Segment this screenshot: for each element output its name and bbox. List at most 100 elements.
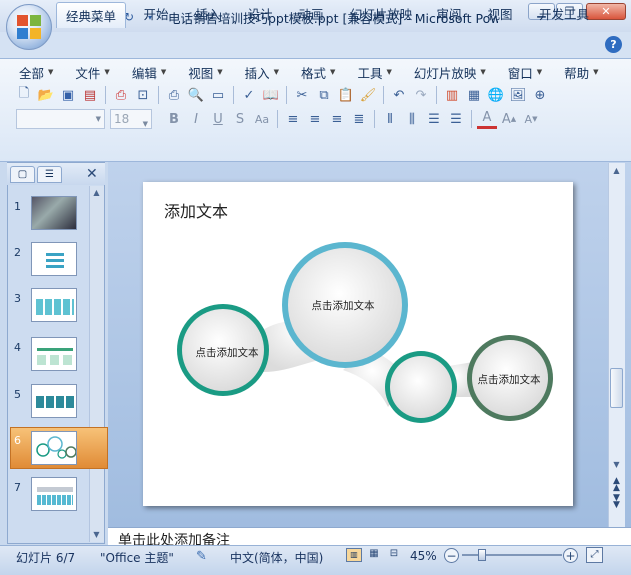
paste-icon[interactable]: 📋 bbox=[336, 85, 356, 105]
menu-tools[interactable]: 工具 ▼ bbox=[344, 62, 400, 82]
zoom-icon[interactable]: ⊕ bbox=[530, 85, 550, 105]
menu-insert[interactable]: 插入 ▼ bbox=[232, 62, 288, 82]
undo-icon[interactable]: ↶ bbox=[389, 85, 409, 105]
notes-area[interactable]: 单击此处添加备注 bbox=[108, 527, 631, 546]
zoom-in-icon[interactable]: + bbox=[563, 548, 578, 563]
tab-developer[interactable]: 开发工具 bbox=[532, 0, 596, 26]
print-preview-icon[interactable]: 🔍 bbox=[186, 85, 206, 105]
standard-toolbar: 🗋 📂 ▣ ▤ ⎙ ⊡ ⎙ 🔍 ▭ ✓ 📖 ✂ ⧉ 📋 🖌 ↶ ↷ ▥ ▦ 🌐 … bbox=[14, 84, 550, 106]
chart-icon[interactable]: ▥ bbox=[442, 85, 462, 105]
slide-thumbnail[interactable] bbox=[31, 384, 77, 418]
bold-icon[interactable]: B bbox=[164, 109, 184, 129]
underline-icon[interactable]: U bbox=[208, 109, 228, 129]
scroll-down-icon[interactable]: ▼ bbox=[610, 460, 623, 472]
scroll-up-icon[interactable]: ▲ bbox=[610, 166, 623, 178]
menu-view[interactable]: 视图 ▼ bbox=[175, 62, 231, 82]
fit-to-window-icon[interactable]: ⤢ bbox=[586, 547, 603, 563]
open-folder-icon[interactable]: 📂 bbox=[36, 85, 56, 105]
outline-view-icon: ☰ bbox=[45, 169, 54, 180]
shrink-font-icon[interactable]: A ▼ bbox=[521, 109, 541, 129]
tab-review[interactable]: 审阅 bbox=[429, 0, 469, 26]
close-pane-icon[interactable]: ✕ bbox=[86, 166, 98, 182]
change-case-icon[interactable]: Aa bbox=[252, 109, 272, 129]
menu-format[interactable]: 格式 ▼ bbox=[288, 62, 344, 82]
office-button[interactable] bbox=[6, 4, 52, 50]
cut-icon[interactable]: ✂ bbox=[292, 85, 312, 105]
print-icon[interactable]: ⎙ bbox=[164, 85, 184, 105]
menu-slideshow[interactable]: 幻灯片放映 ▼ bbox=[401, 62, 495, 82]
italic-icon[interactable]: I bbox=[186, 109, 206, 129]
font-name-select[interactable]: ▼ bbox=[16, 109, 105, 129]
normal-view-icon[interactable]: ▥ bbox=[346, 548, 362, 562]
zoom-out-icon[interactable]: − bbox=[444, 548, 459, 563]
slides-tab[interactable]: ▢ bbox=[10, 166, 35, 183]
table-icon[interactable]: ▦ bbox=[464, 85, 484, 105]
text-direction-icon[interactable]: ⫼ bbox=[402, 109, 422, 129]
scroll-up-icon[interactable]: ▲ bbox=[91, 188, 102, 198]
tab-insert[interactable]: 插入 bbox=[188, 0, 228, 26]
spellcheck-icon[interactable]: ✎ bbox=[196, 549, 207, 564]
tab-animation[interactable]: 动画 bbox=[291, 0, 331, 26]
pane-scrollbar[interactable] bbox=[89, 186, 104, 542]
attach-icon[interactable]: ⊡ bbox=[133, 85, 153, 105]
zoom-slider-thumb[interactable] bbox=[478, 549, 486, 561]
hyperlink-icon[interactable]: 🌐 bbox=[486, 85, 506, 105]
tab-slideshow[interactable]: 幻灯片放映 bbox=[344, 0, 418, 26]
font-size-select[interactable]: 18 ▼ bbox=[110, 109, 152, 129]
slide-thumbnail[interactable] bbox=[31, 288, 77, 322]
spelling-icon[interactable]: ✓ bbox=[239, 85, 259, 105]
bullets-icon[interactable]: ☰ bbox=[446, 109, 466, 129]
font-color-icon[interactable]: A bbox=[477, 110, 497, 129]
language-indicator[interactable]: 中文(简体，中国) bbox=[230, 549, 323, 566]
menu-all[interactable]: 全部 ▼ bbox=[6, 62, 62, 82]
slideshow-view-icon[interactable]: ⊟ bbox=[386, 548, 402, 562]
format-painter-icon[interactable]: 🖌 bbox=[358, 85, 378, 105]
scroll-thumb[interactable] bbox=[610, 368, 623, 408]
menu-help[interactable]: 帮助 ▼ bbox=[551, 62, 607, 82]
scroll-down-icon[interactable]: ▼ bbox=[91, 530, 102, 540]
redo-icon[interactable]: ↷ bbox=[411, 85, 431, 105]
pdf-export-icon[interactable]: ⎙ bbox=[111, 85, 131, 105]
circle-text-3[interactable]: 点击添加文本 bbox=[464, 372, 554, 387]
previous-slide-icon[interactable]: ▲ ▲ bbox=[610, 477, 623, 493]
tab-design[interactable]: 设计 bbox=[240, 0, 280, 26]
research-icon[interactable]: 📖 bbox=[261, 85, 281, 105]
shadow-icon[interactable]: S bbox=[230, 109, 250, 129]
page-setup-icon[interactable]: ▭ bbox=[208, 85, 228, 105]
outline-tab[interactable]: ☰ bbox=[37, 166, 62, 183]
slide-thumbnail[interactable] bbox=[31, 196, 77, 230]
menu-file[interactable]: 文件 ▼ bbox=[62, 62, 118, 82]
justify-icon[interactable]: ≣ bbox=[349, 109, 369, 129]
separator bbox=[374, 110, 375, 128]
chevron-down-icon: ▼ bbox=[95, 115, 101, 123]
slide-thumbnail[interactable] bbox=[31, 242, 77, 276]
slide-thumbnail-selected[interactable] bbox=[31, 431, 77, 465]
slide-sorter-icon[interactable]: ▦ bbox=[366, 548, 382, 562]
grow-font-icon[interactable]: A ▲ bbox=[499, 109, 519, 129]
classic-menubar: 全部 ▼ 文件 ▼ 编辑 ▼ 视图 ▼ 插入 ▼ 格式 ▼ 工具 ▼ 幻灯片放映 ▼ 窗口 ▼ 帮… bbox=[6, 62, 608, 82]
new-document-icon[interactable]: 🗋 bbox=[14, 85, 34, 105]
picture-icon[interactable]: 🖼 bbox=[508, 85, 528, 105]
copy-icon[interactable]: ⧉ bbox=[314, 85, 334, 105]
next-slide-icon[interactable]: ▼ ▼ bbox=[610, 494, 623, 510]
save-icon[interactable]: ▣ bbox=[58, 85, 78, 105]
help-icon[interactable]: ? bbox=[605, 36, 622, 53]
zoom-slider-track[interactable] bbox=[462, 554, 562, 556]
circle-text-2[interactable]: 点击添加文本 bbox=[298, 298, 388, 313]
permission-icon[interactable]: ▤ bbox=[80, 85, 100, 105]
tab-view[interactable]: 视图 bbox=[480, 0, 520, 26]
zoom-level[interactable]: 45% bbox=[410, 549, 437, 563]
slide-thumbnail[interactable] bbox=[31, 337, 77, 371]
tab-home[interactable]: 开始 bbox=[136, 0, 176, 26]
columns-icon[interactable]: ⫴ bbox=[380, 109, 400, 129]
align-center-icon[interactable]: ≡ bbox=[305, 109, 325, 129]
align-right-icon[interactable]: ≡ bbox=[327, 109, 347, 129]
tab-classic-menu[interactable]: 经典菜单 bbox=[56, 2, 126, 28]
numbering-icon[interactable]: ☰ bbox=[424, 109, 444, 129]
slide-number: 4 bbox=[14, 341, 21, 354]
menu-window[interactable]: 窗口 ▼ bbox=[495, 62, 551, 82]
align-left-icon[interactable]: ≡ bbox=[283, 109, 303, 129]
circle-text-1[interactable]: 点击添加文本 bbox=[182, 345, 272, 360]
slide-thumbnail[interactable] bbox=[31, 477, 77, 511]
menu-edit[interactable]: 编辑 ▼ bbox=[119, 62, 175, 82]
